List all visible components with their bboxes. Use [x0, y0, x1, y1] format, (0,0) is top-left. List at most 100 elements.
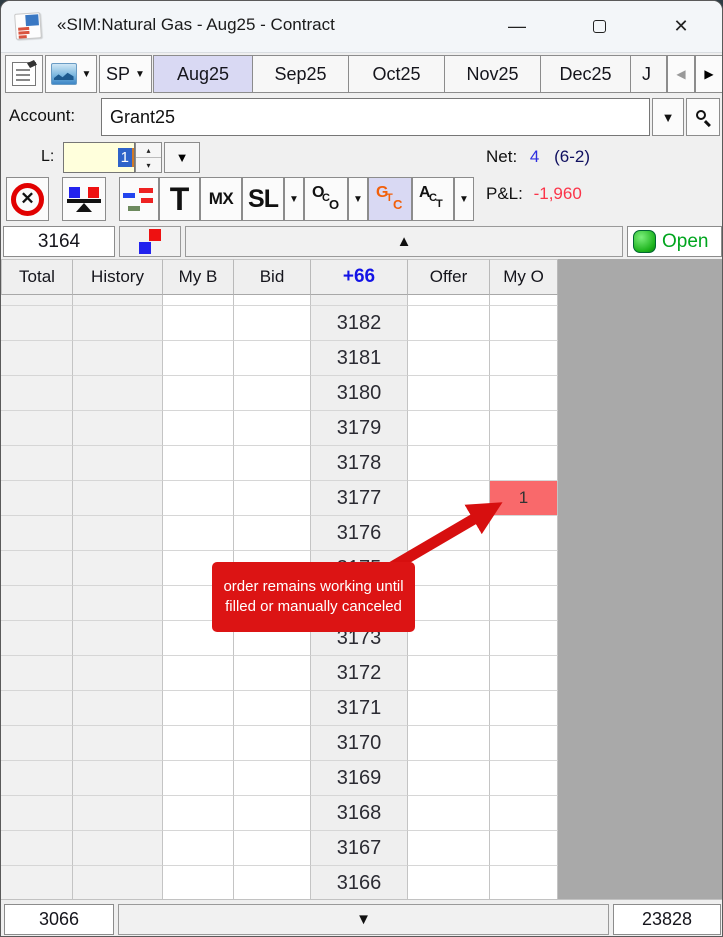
ladder-cell-price[interactable]: 3180	[311, 376, 408, 411]
ladder-cell-my-offer[interactable]	[490, 866, 558, 899]
ladder-cell-my-bid[interactable]	[163, 656, 234, 691]
ladder-cell-total[interactable]	[1, 621, 73, 656]
ladder-cell-offer[interactable]	[408, 295, 490, 306]
ladder-cell-history[interactable]	[73, 376, 163, 411]
ladder-cell-total[interactable]	[1, 831, 73, 866]
gtc-toggle-button[interactable]: G T C	[368, 177, 412, 221]
ladder-cell-offer[interactable]	[408, 726, 490, 761]
maximize-button[interactable]	[567, 1, 631, 51]
ladder-cell-my-offer[interactable]	[490, 621, 558, 656]
ladder-cell-bid[interactable]	[234, 866, 311, 899]
ladder-cell-my-offer[interactable]	[490, 376, 558, 411]
ladder-cell-my-bid[interactable]	[163, 376, 234, 411]
oco-dropdown-button[interactable]: ▼	[348, 177, 368, 221]
ladder-cell-offer[interactable]	[408, 621, 490, 656]
ladder-cell-my-offer[interactable]	[490, 726, 558, 761]
ladder-cell-my-offer[interactable]	[490, 341, 558, 376]
ladder-cell-price[interactable]: 3182	[311, 306, 408, 341]
tab-sep25[interactable]: Sep25	[252, 55, 349, 93]
ladder-cell-price[interactable]: 3166	[311, 866, 408, 899]
ladder-cell-price[interactable]: 3183	[311, 295, 408, 306]
ladder-cell-history[interactable]	[73, 341, 163, 376]
ladder-cell-offer[interactable]	[408, 796, 490, 831]
account-search-button[interactable]	[686, 98, 720, 136]
ladder-cell-offer[interactable]	[408, 481, 490, 516]
ladder-cell-my-offer[interactable]	[490, 796, 558, 831]
ladder-cell-my-bid[interactable]	[163, 726, 234, 761]
ladder-scrollbar-down[interactable]: ▼	[118, 904, 609, 935]
ladder-cell-price[interactable]: 3179	[311, 411, 408, 446]
tab-oct25[interactable]: Oct25	[348, 55, 445, 93]
ladder-cell-my-offer[interactable]	[490, 691, 558, 726]
ladder-cell-history[interactable]	[73, 586, 163, 621]
ladder-cell-total[interactable]	[1, 481, 73, 516]
ladder-cell-price[interactable]: 3176	[311, 516, 408, 551]
ladder-cell-history[interactable]	[73, 726, 163, 761]
ladder-cell-history[interactable]	[73, 831, 163, 866]
ladder-cell-my-bid[interactable]	[163, 481, 234, 516]
ladder-cell-total[interactable]	[1, 446, 73, 481]
ladder-cell-bid[interactable]	[234, 516, 311, 551]
ladder-cell-total[interactable]	[1, 411, 73, 446]
account-dropdown-button[interactable]: ▼	[652, 98, 684, 136]
ladder-cell-offer[interactable]	[408, 831, 490, 866]
working-orders-button[interactable]	[119, 177, 159, 221]
ladder-cell-bid[interactable]	[234, 761, 311, 796]
ladder-cell-history[interactable]	[73, 446, 163, 481]
quantity-stepper[interactable]: ▴ ▾	[135, 142, 162, 173]
minimize-button[interactable]: —	[485, 1, 549, 51]
ladder-cell-total[interactable]	[1, 691, 73, 726]
ladder-cell-my-offer[interactable]	[490, 446, 558, 481]
ladder-cell-bid[interactable]	[234, 411, 311, 446]
ladder-cell-my-bid[interactable]	[163, 295, 234, 306]
stop-limit-button[interactable]: SL	[242, 177, 284, 221]
ladder-cell-history[interactable]	[73, 481, 163, 516]
ladder-cell-bid[interactable]	[234, 306, 311, 341]
ladder-cell-total[interactable]	[1, 376, 73, 411]
ladder-cell-price[interactable]: 3170	[311, 726, 408, 761]
close-button[interactable]: ✕	[649, 1, 713, 51]
ladder-cell-my-offer[interactable]	[490, 551, 558, 586]
ladder-cell-history[interactable]	[73, 411, 163, 446]
ladder-cell-my-bid[interactable]	[163, 411, 234, 446]
ladder-cell-offer[interactable]	[408, 866, 490, 899]
tab-scroll-right-button[interactable]: ▶	[695, 55, 723, 93]
ladder-cell-bid[interactable]	[234, 831, 311, 866]
ladder-cell-my-bid[interactable]	[163, 341, 234, 376]
mx-button[interactable]: MX	[200, 177, 242, 221]
ladder-cell-my-bid[interactable]	[163, 446, 234, 481]
tab-aug25[interactable]: Aug25	[153, 55, 253, 93]
ladder-cell-my-offer[interactable]	[490, 761, 558, 796]
ladder-cell-total[interactable]	[1, 295, 73, 306]
ladder-cell-price[interactable]: 3181	[311, 341, 408, 376]
quantity-dropdown-button[interactable]: ▼	[164, 142, 200, 173]
ladder-cell-offer[interactable]	[408, 691, 490, 726]
cancel-all-orders-button[interactable]: ✕	[6, 177, 49, 221]
ladder-cell-my-bid[interactable]	[163, 761, 234, 796]
ladder-cell-offer[interactable]	[408, 411, 490, 446]
act-dropdown-button[interactable]: ▼	[454, 177, 474, 221]
tab-scroll-left-button[interactable]: ◀	[667, 55, 695, 93]
ladder-cell-offer[interactable]	[408, 341, 490, 376]
ladder-cell-my-offer[interactable]	[490, 516, 558, 551]
ladder-cell-my-bid[interactable]	[163, 866, 234, 899]
ladder-cell-history[interactable]	[73, 866, 163, 899]
tab-nov25[interactable]: Nov25	[444, 55, 541, 93]
ladder-cell-history[interactable]	[73, 306, 163, 341]
ladder-cell-price[interactable]: 3171	[311, 691, 408, 726]
ladder-cell-my-bid[interactable]	[163, 691, 234, 726]
ladder-cell-total[interactable]	[1, 761, 73, 796]
ladder-cell-my-offer[interactable]	[490, 656, 558, 691]
ladder-cell-total[interactable]	[1, 516, 73, 551]
ladder-cell-total[interactable]	[1, 656, 73, 691]
ladder-cell-history[interactable]	[73, 516, 163, 551]
ladder-cell-my-bid[interactable]	[163, 796, 234, 831]
ladder-cell-offer[interactable]	[408, 376, 490, 411]
ladder-cell-price[interactable]: 3178	[311, 446, 408, 481]
ladder-cell-history[interactable]	[73, 796, 163, 831]
ladder-cell-my-offer[interactable]	[490, 411, 558, 446]
ladder-cell-my-bid[interactable]	[163, 831, 234, 866]
ladder-cell-offer[interactable]	[408, 656, 490, 691]
ladder-cell-history[interactable]	[73, 551, 163, 586]
ladder-cell-my-offer[interactable]	[490, 306, 558, 341]
